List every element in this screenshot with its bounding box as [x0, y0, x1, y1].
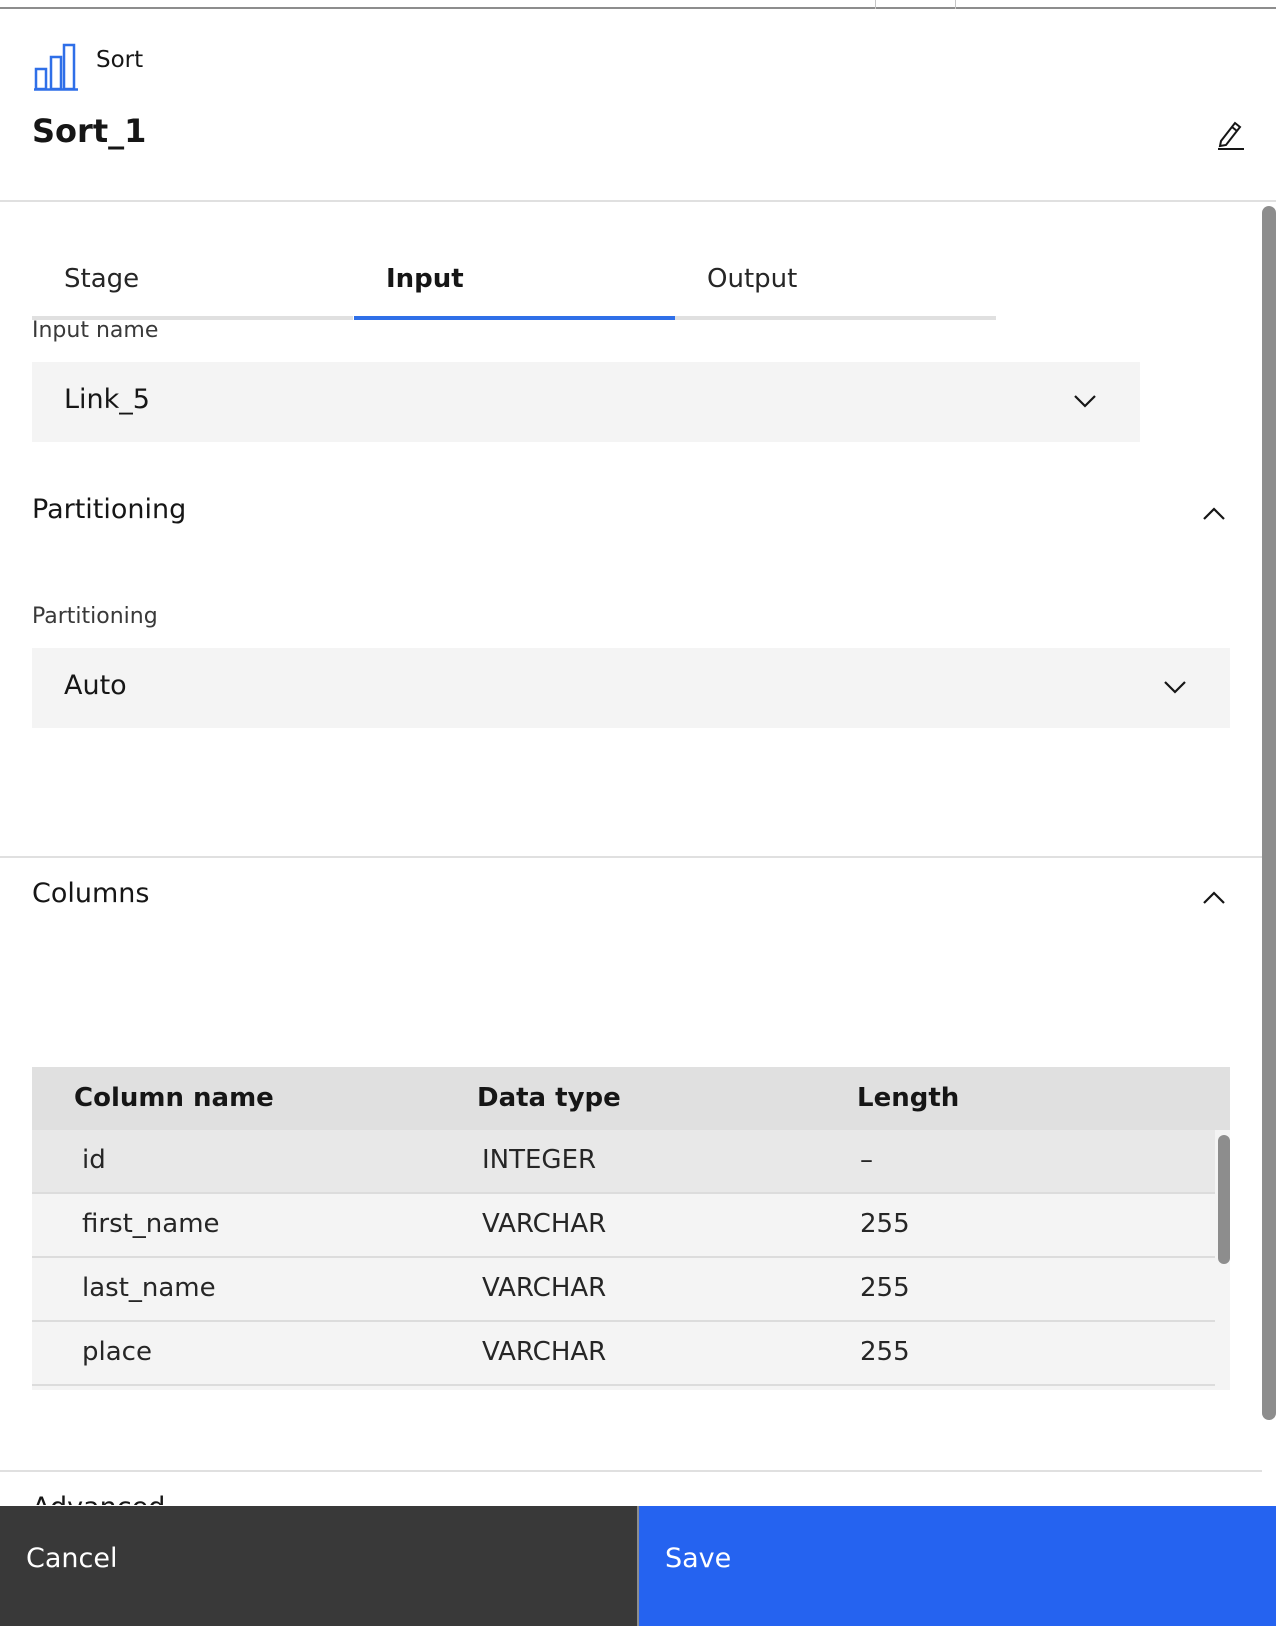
chevron-up-icon[interactable]: [1200, 884, 1228, 912]
chevron-down-icon: [1074, 395, 1096, 408]
tab-label: Output: [707, 264, 798, 294]
cancel-button-label: Cancel: [26, 1543, 118, 1574]
bar-chart-icon: [34, 43, 78, 91]
input-name-value: Link_5: [64, 384, 150, 415]
save-button[interactable]: Save: [639, 1506, 1276, 1626]
panel-body: Stage Input Output Input name Link_5 Par…: [0, 202, 1276, 1505]
tab-label: Stage: [64, 264, 140, 294]
cell-column-name: id: [82, 1145, 106, 1175]
table-row[interactable]: place VARCHAR 255: [32, 1322, 1215, 1386]
tab-output[interactable]: Output: [675, 254, 996, 320]
partitioning-field-label: Partitioning: [32, 604, 158, 629]
cell-column-name: last_name: [82, 1273, 216, 1303]
cell-column-name: place: [82, 1337, 152, 1367]
cell-length: 255: [860, 1209, 910, 1239]
input-name-select[interactable]: Link_5: [32, 362, 1140, 442]
advanced-section-title: Advanced: [32, 1492, 165, 1505]
tab-stage[interactable]: Stage: [32, 254, 353, 320]
chevron-down-icon[interactable]: [1200, 1498, 1228, 1505]
cell-data-type: VARCHAR: [482, 1209, 607, 1239]
column-header-type[interactable]: Data type: [477, 1083, 621, 1113]
chevron-up-icon[interactable]: [1200, 500, 1228, 528]
cancel-button[interactable]: Cancel: [0, 1506, 637, 1626]
tab-label: Input: [386, 264, 464, 294]
table-row[interactable]: first_name VARCHAR 255: [32, 1194, 1215, 1258]
tab-input[interactable]: Input: [354, 254, 675, 320]
tab-list: Stage Input Output: [32, 254, 996, 320]
partitioning-value: Auto: [64, 670, 127, 701]
input-name-label: Input name: [32, 318, 159, 343]
cell-data-type: INTEGER: [482, 1145, 597, 1175]
section-divider: [0, 856, 1262, 858]
table-row[interactable]: id INTEGER –: [32, 1130, 1215, 1194]
cell-column-name: first_name: [82, 1209, 220, 1239]
footer-actions: Cancel Save: [0, 1506, 1276, 1626]
partitioning-select[interactable]: Auto: [32, 648, 1230, 728]
stage-type-label: Sort: [96, 47, 144, 73]
table-row[interactable]: last_name VARCHAR 255: [32, 1258, 1215, 1322]
chevron-down-icon: [1164, 681, 1186, 694]
top-bar-divider: [875, 0, 876, 9]
column-header-length[interactable]: Length: [857, 1083, 959, 1113]
table-scrollbar-thumb[interactable]: [1218, 1135, 1230, 1264]
columns-table: Column name Data type Length id INTEGER …: [32, 1067, 1230, 1390]
column-header-name[interactable]: Column name: [74, 1083, 274, 1113]
stage-name-title: Sort_1: [32, 112, 147, 150]
top-bar-divider: [955, 0, 956, 9]
cell-length: 255: [860, 1337, 910, 1367]
cell-length: –: [860, 1145, 873, 1175]
save-button-label: Save: [665, 1543, 732, 1574]
top-bar: [0, 0, 1276, 9]
cell-data-type: VARCHAR: [482, 1273, 607, 1303]
panel-scrollbar[interactable]: [1262, 206, 1276, 1420]
cell-data-type: VARCHAR: [482, 1337, 607, 1367]
panel-header: Sort Sort_1: [0, 9, 1276, 202]
columns-section-title: Columns: [32, 878, 150, 909]
pencil-icon[interactable]: [1216, 117, 1246, 151]
section-divider: [0, 1470, 1262, 1472]
cell-length: 255: [860, 1273, 910, 1303]
table-header: Column name Data type Length: [32, 1067, 1230, 1130]
partitioning-section-title: Partitioning: [32, 494, 187, 525]
